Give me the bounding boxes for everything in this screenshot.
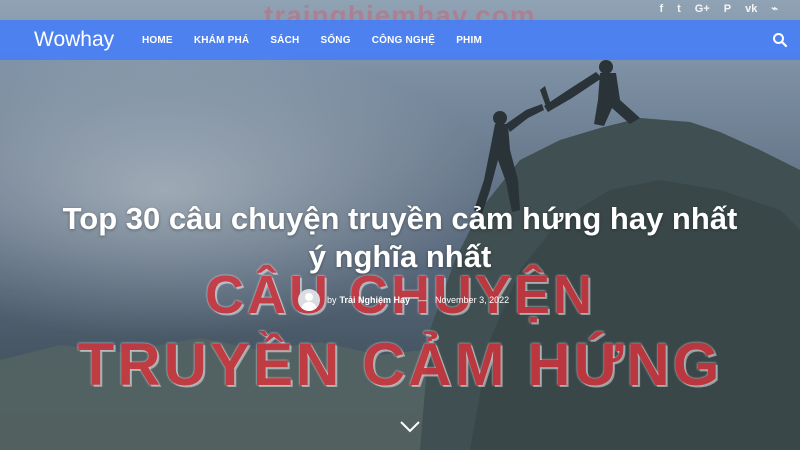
nav-item-phim[interactable]: PHIM	[456, 35, 482, 46]
nav-item-song[interactable]: SỐNG	[320, 35, 350, 46]
by-label: by	[327, 295, 337, 305]
author-link[interactable]: Trải Nghiệm Hay	[340, 295, 411, 305]
twitter-icon[interactable]: t	[677, 2, 681, 16]
site-logo[interactable]: Wowhay	[34, 20, 142, 60]
main-navbar: Wowhay HOME KHÁM PHÁ SÁCH SỐNG CÔNG NGHỆ…	[0, 20, 800, 60]
pinterest-icon[interactable]: P	[724, 2, 731, 16]
nav-item-sach[interactable]: SÁCH	[270, 35, 299, 46]
main-menu: HOME KHÁM PHÁ SÁCH SỐNG CÔNG NGHỆ PHIM	[142, 35, 503, 46]
article-title[interactable]: Top 30 câu chuyện truyền cảm hứng hay nh…	[60, 200, 740, 276]
social-links: f t G+ P vk ⌁	[659, 2, 778, 16]
facebook-icon[interactable]: f	[659, 2, 663, 16]
author-avatar[interactable]	[298, 289, 320, 311]
vk-icon[interactable]: vk	[745, 2, 757, 16]
nav-item-cong-nghe[interactable]: CÔNG NGHỆ	[372, 35, 435, 46]
search-icon[interactable]	[772, 32, 788, 48]
chevron-down-icon[interactable]	[399, 420, 421, 434]
article-meta: by Trải Nghiệm Hay — November 3, 2022	[298, 289, 509, 311]
rss-icon[interactable]: ⌁	[771, 2, 778, 16]
nav-item-kham-pha[interactable]: KHÁM PHÁ	[194, 35, 250, 46]
google-plus-icon[interactable]: G+	[695, 2, 710, 16]
publish-date: November 3, 2022	[435, 295, 510, 305]
meta-separator: —	[418, 295, 428, 305]
nav-item-home[interactable]: HOME	[142, 35, 173, 46]
hero-banner-line-2: TRUYỀN CẢM HỨNG	[77, 331, 723, 398]
